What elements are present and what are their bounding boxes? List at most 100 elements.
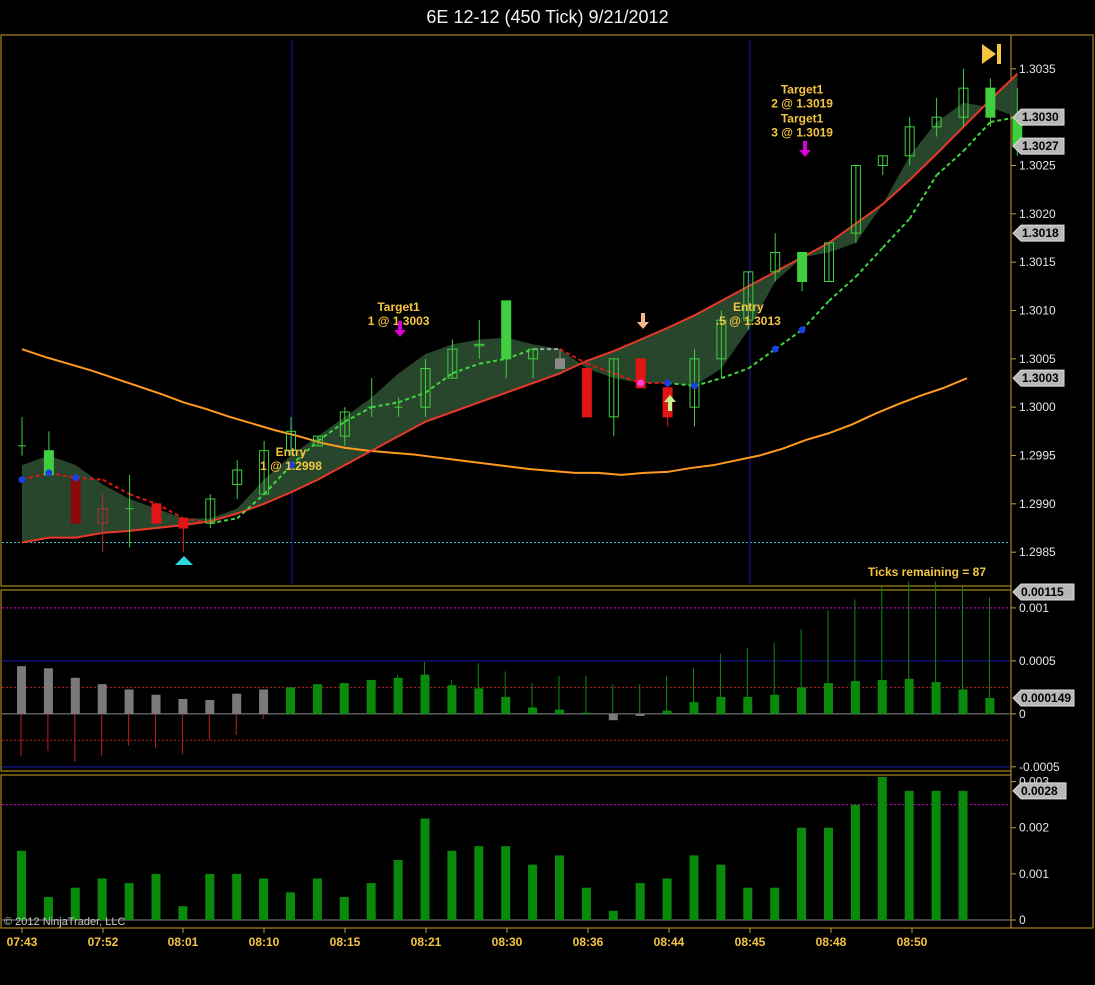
oscillator-bar <box>286 687 295 714</box>
candle-body <box>151 503 162 524</box>
skip-to-end-icon[interactable] <box>982 44 1001 64</box>
order-label-detail: 2 @ 1.3019 <box>771 97 833 111</box>
oscillator-bar <box>528 707 538 714</box>
order-label-detail: 3 @ 1.3019 <box>771 126 833 140</box>
fast-ma-segment <box>801 300 830 331</box>
candle-body <box>985 87 996 118</box>
lower-band-line <box>21 72 1018 544</box>
volume-bar <box>339 896 349 920</box>
price-panel[interactable]: Target11 @ 1.3003Entry1 @ 1.2998Entry.5 … <box>2 40 1065 584</box>
oscillator-axis-label: -0.0005 <box>1019 760 1060 774</box>
volume-bar <box>904 790 914 920</box>
fast-ma-segment <box>721 367 749 380</box>
oscillator-bar <box>581 712 591 714</box>
price-badge: 1.3027 <box>1022 139 1059 153</box>
triangle-up-icon <box>175 556 193 565</box>
price-axis-label: 1.3010 <box>1019 304 1056 318</box>
volume-axis-label: 0.002 <box>1019 821 1049 835</box>
price-badge: 1.3030 <box>1022 110 1059 124</box>
oscillator-bar <box>43 668 53 714</box>
volume-bar <box>124 883 134 920</box>
price-badge: 1.3018 <box>1022 226 1059 240</box>
price-axis-label: 1.3015 <box>1019 255 1056 269</box>
time-axis-label: 08:36 <box>573 935 604 949</box>
down-arrow-icon <box>799 141 811 157</box>
volume-bar <box>312 878 322 920</box>
oscillator-bar <box>850 681 860 714</box>
oscillator-axis-label: 0 <box>1019 707 1026 721</box>
volume-bar <box>850 804 860 920</box>
volume-bar <box>635 883 645 920</box>
oscillator-bar <box>985 698 995 714</box>
volume-bar <box>151 873 161 920</box>
fast-ma-segment <box>882 217 911 249</box>
oscillator-bar <box>662 710 672 714</box>
volume-bar <box>662 878 672 920</box>
oscillator-bar <box>97 684 107 714</box>
ticks-remaining: Ticks remaining = 87 <box>868 565 986 579</box>
candle-body <box>797 252 808 282</box>
order-label-type: Target1 <box>781 112 824 126</box>
oscillator-bar <box>366 679 376 714</box>
candle-body <box>178 517 189 529</box>
time-axis-label: 08:21 <box>411 935 442 949</box>
trend-band-fill <box>22 73 1018 543</box>
oscillator-bar <box>339 683 349 714</box>
oscillator-bar <box>420 674 430 714</box>
oscillator-bar <box>312 684 322 714</box>
volume-bar <box>689 855 699 920</box>
oscillator-bar <box>770 694 780 714</box>
oscillator-bar <box>501 696 511 714</box>
time-axis-label: 07:43 <box>7 935 38 949</box>
oscillator-bar <box>608 713 618 721</box>
volume-bar <box>366 883 376 920</box>
volume-bar <box>528 864 538 920</box>
volume-panel[interactable]: 0.0030.0020.00100.0028 <box>2 775 1067 927</box>
fast-ma-segment <box>747 348 776 370</box>
copyright-text: © 2012 NinjaTrader, LLC <box>4 916 125 928</box>
price-axis-label: 1.2985 <box>1019 545 1056 559</box>
time-axis-label: 08:15 <box>330 935 361 949</box>
volume-bar <box>877 777 887 920</box>
order-label-type: Target1 <box>781 83 824 97</box>
oscillator-bar <box>635 713 645 716</box>
oscillator-bar <box>797 687 807 714</box>
chart-canvas[interactable]: Target11 @ 1.3003Entry1 @ 1.2998Entry.5 … <box>0 0 1095 985</box>
volume-bar <box>770 887 780 920</box>
volume-bar <box>608 910 618 920</box>
volume-bar <box>205 873 215 920</box>
signal-dot <box>691 382 698 390</box>
volume-bar <box>232 873 242 920</box>
candle-body <box>70 479 81 524</box>
time-axis-label: 07:52 <box>88 935 119 949</box>
oscillator-bar <box>904 678 914 714</box>
oscillator-bar <box>689 702 699 714</box>
price-axis-label: 1.3025 <box>1019 159 1056 173</box>
candle-body <box>581 368 592 418</box>
oscillator-bar <box>151 694 161 714</box>
signal-dot <box>45 469 53 477</box>
oscillator-axis-label: 0.0005 <box>1019 654 1056 668</box>
oscillator-bar <box>931 682 941 714</box>
oscillator-bar <box>124 689 134 714</box>
time-axis-label: 08:45 <box>735 935 766 949</box>
order-label-type: Entry <box>733 300 764 314</box>
oscillator-bar <box>70 677 80 714</box>
oscillator-badge: 0.000149 <box>1021 691 1071 705</box>
volume-bar <box>178 906 188 920</box>
volume-bar <box>259 878 269 920</box>
order-label-detail: 1 @ 1.2998 <box>260 459 322 473</box>
volume-bar <box>501 846 511 920</box>
volume-badge: 0.0028 <box>1021 784 1058 798</box>
time-axis-label: 08:10 <box>249 935 280 949</box>
oscillator-bar <box>716 696 726 714</box>
oscillator-bar <box>259 689 269 714</box>
volume-bar <box>743 887 753 920</box>
oscillator-bar <box>17 666 26 714</box>
volume-bar <box>286 892 295 920</box>
order-label-type: Entry <box>276 445 307 459</box>
time-axis-label: 08:44 <box>654 935 685 949</box>
oscillator-panel[interactable]: 0.001 0.0005 0 -0.0005 0.00115 0.000149 <box>2 581 1075 774</box>
price-axis-label: 1.3005 <box>1019 352 1056 366</box>
fast-ma-segment <box>935 150 965 176</box>
